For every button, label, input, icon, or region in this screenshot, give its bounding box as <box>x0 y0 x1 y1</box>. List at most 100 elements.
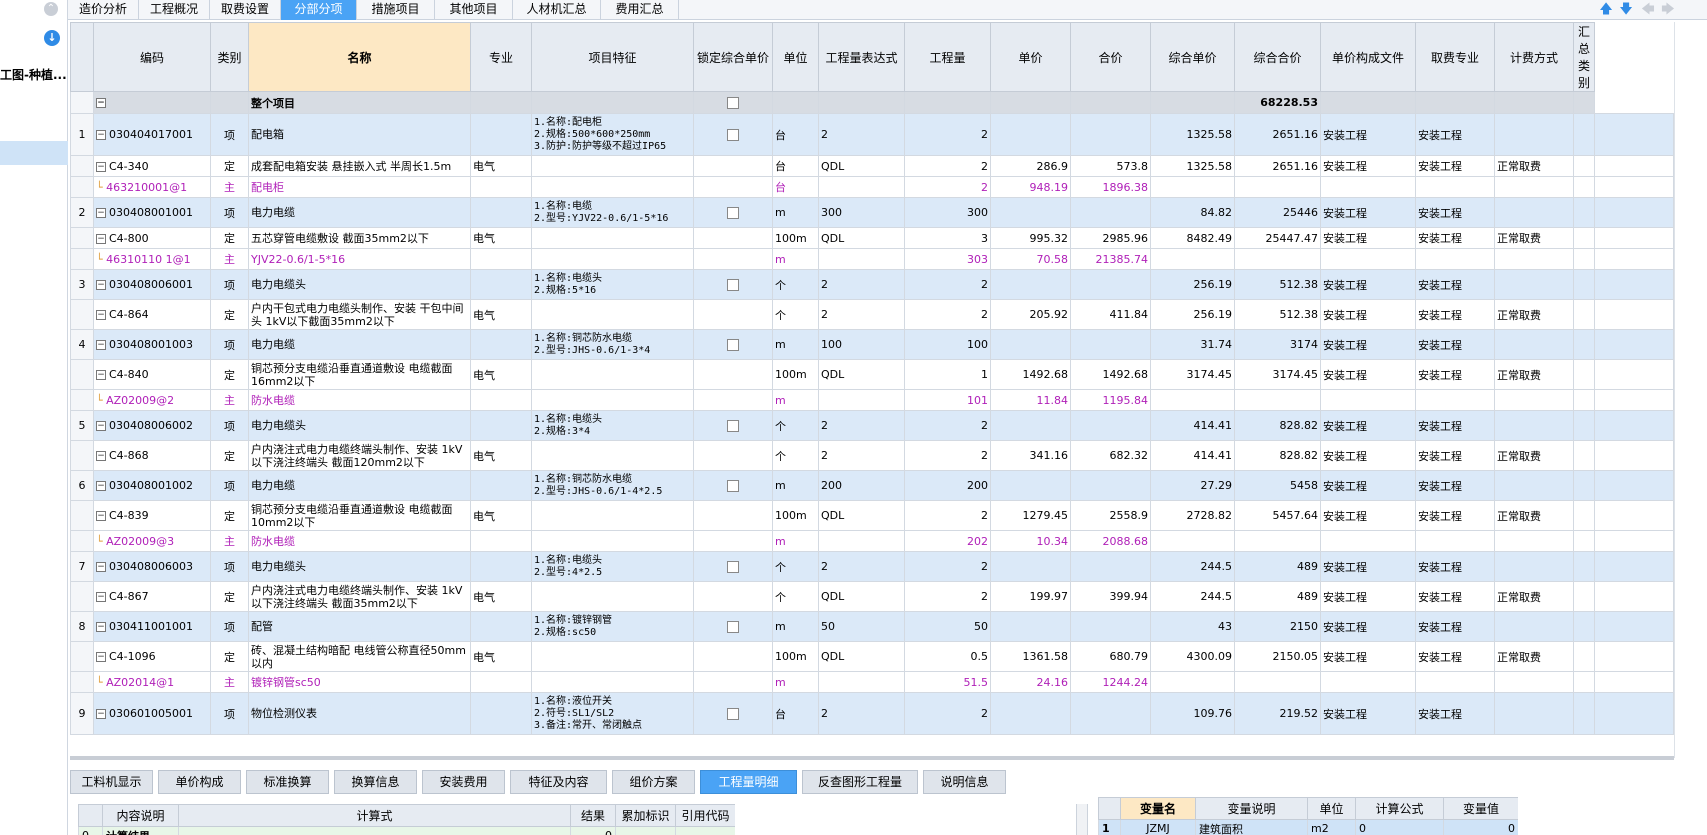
lock-price-checkbox[interactable] <box>727 207 739 219</box>
row-features[interactable]: 1.名称:配电柜 2.规格:500*600*250mm 3.防护:防护等级不超过IP… <box>531 113 694 156</box>
row-name[interactable]: 配管 <box>248 611 471 642</box>
row-name[interactable]: 电力电缆 <box>248 470 471 501</box>
bill-item-row[interactable]: 9−030601005001 项物位检测仪表 1.名称:液位开关 2.符号:SL1/S… <box>70 692 1674 735</box>
collapse-toggle-icon[interactable]: − <box>96 280 106 290</box>
collapse-toggle-icon[interactable]: − <box>96 161 106 172</box>
bill-item-row[interactable]: 6−030408001002 项电力电缆 1.名称:铜芯防水电缆 2.型号:JHS-0… <box>70 470 1674 501</box>
vertical-scrollbar[interactable] <box>1674 22 1707 758</box>
collapse-toggle-icon[interactable]: − <box>96 233 106 244</box>
row-fee-major[interactable]: 安装工程 <box>1415 611 1495 642</box>
row-name[interactable]: 电力电缆 <box>248 329 471 360</box>
row-features[interactable]: 1.名称:镀锌钢管 2.规格:sc50 <box>531 611 694 642</box>
header-price-file[interactable]: 单价构成文件 <box>1320 22 1416 92</box>
row-price-file[interactable] <box>1320 248 1416 270</box>
row-price-file[interactable] <box>1320 389 1416 411</box>
row-fee-major[interactable] <box>1415 248 1495 270</box>
tab-other-items[interactable]: 其他项目 <box>435 0 513 20</box>
btab-labor-material[interactable]: 工料机显示 <box>70 770 153 794</box>
btab-install-fee[interactable]: 安装费用 <box>422 770 505 794</box>
row-name[interactable]: 镀锌钢管sc50 <box>248 671 471 693</box>
var-header-desc[interactable]: 变量说明 <box>1195 797 1308 820</box>
row-qty-expression[interactable]: QDL <box>818 359 905 390</box>
header-fee-major[interactable]: 取费专业 <box>1415 22 1495 92</box>
row-code[interactable]: − C4-868 <box>93 440 211 471</box>
variable-row[interactable]: 1 JZMJ 建筑面积 m2 0 0 <box>1098 819 1518 835</box>
row-code[interactable]: −030411001001 <box>93 611 211 642</box>
row-name[interactable]: 砖、混凝土结构暗配 电线管公称直径50mm以内 <box>248 641 471 672</box>
collapse-toggle-icon[interactable]: − <box>96 562 106 572</box>
main-material-row[interactable]: └ AZ02014@1 主 镀锌钢管sc50 m 51.5 24.16 1244.24 <box>70 671 1674 693</box>
row-fee-method[interactable] <box>1494 176 1574 198</box>
collapse-toggle-icon[interactable]: − <box>96 340 106 350</box>
project-tree-node[interactable]: 工图-种植... <box>0 66 68 83</box>
row-qty-expression[interactable]: 50 <box>818 611 905 642</box>
header-features[interactable]: 项目特征 <box>531 22 694 92</box>
row-price-file[interactable]: 安装工程 <box>1320 581 1416 612</box>
row-code[interactable]: −030408001003 <box>93 329 211 360</box>
tab-cost-analysis[interactable]: 造价分析 <box>68 0 139 20</box>
row-qty-expression[interactable] <box>818 248 905 270</box>
row-price-file[interactable]: 安装工程 <box>1320 410 1416 441</box>
row-price-file[interactable]: 安装工程 <box>1320 692 1416 735</box>
row-features[interactable] <box>531 500 694 531</box>
row-fee-major[interactable] <box>1415 176 1495 198</box>
btab-quantity-detail[interactable]: 工程量明细 <box>700 770 797 794</box>
row-fee-method[interactable] <box>1494 389 1574 411</box>
row-name[interactable]: 配电柜 <box>248 176 471 198</box>
row-qty-expression[interactable] <box>818 671 905 693</box>
row-name[interactable]: 户内浇注式电力电缆终端头制作、安装 1kV以下浇注终端头 截面120mm2以下 <box>248 440 471 471</box>
lock-price-checkbox[interactable] <box>727 561 739 573</box>
row-fee-major[interactable]: 安装工程 <box>1415 581 1495 612</box>
row-qty-expression[interactable]: 100 <box>818 329 905 360</box>
row-features[interactable]: 1.名称:电缆 2.型号:YJV22-0.6/1-5*16 <box>531 197 694 228</box>
quota-row[interactable]: − C4-340 定 成套配电箱安装 悬挂嵌入式 半周长1.5m 电气 台 QDL 2 286.… <box>70 155 1674 177</box>
collapse-toggle-icon[interactable]: − <box>96 451 106 461</box>
move-left-icon[interactable]: 🡄 <box>1640 2 1656 18</box>
row-fee-method[interactable] <box>1494 197 1574 228</box>
row-name[interactable]: YJV22-0.6/1-5*16 <box>248 248 471 270</box>
collapse-toggle-icon[interactable]: − <box>96 481 106 491</box>
row-fee-major[interactable]: 安装工程 <box>1415 299 1495 330</box>
row-price-file[interactable]: 安装工程 <box>1320 359 1416 390</box>
row-features[interactable] <box>531 155 694 177</box>
lock-price-checkbox[interactable] <box>727 708 739 720</box>
row-price-file[interactable] <box>1320 530 1416 552</box>
row-price-file[interactable]: 安装工程 <box>1320 440 1416 471</box>
row-price-file[interactable]: 安装工程 <box>1320 299 1416 330</box>
row-code[interactable]: └ 463210001@1 <box>93 176 211 198</box>
row-qty-expression[interactable]: 2 <box>818 269 905 300</box>
detail-header-desc[interactable]: 内容说明 <box>102 804 179 827</box>
row-qty-expression[interactable]: 2 <box>818 692 905 735</box>
bill-item-row[interactable]: 7−030408006003 项电力电缆头 1.名称:电缆头 2.型号:4*2.5 个 2… <box>70 551 1674 582</box>
header-quantity[interactable]: 工程量 <box>904 22 991 92</box>
row-price-file[interactable]: 安装工程 <box>1320 227 1416 249</box>
collapse-toggle-icon[interactable]: − <box>96 511 106 521</box>
row-qty-expression[interactable] <box>818 530 905 552</box>
row-features[interactable] <box>531 671 694 693</box>
collapse-up-icon[interactable]: ⌃ <box>44 2 58 16</box>
row-qty-expression[interactable]: 2 <box>818 440 905 471</box>
row-code[interactable]: −030408006003 <box>93 551 211 582</box>
row-features[interactable] <box>531 176 694 198</box>
quota-row[interactable]: − C4-864 定 户内干包式电力电缆头制作、安装 干包中间头 1kV以下截面35m… <box>70 299 1674 330</box>
lock-price-checkbox[interactable] <box>727 480 739 492</box>
row-qty-expression[interactable]: QDL <box>818 155 905 177</box>
row-price-file[interactable]: 安装工程 <box>1320 155 1416 177</box>
lock-price-checkbox[interactable] <box>727 420 739 432</box>
row-qty-expression[interactable]: 2 <box>818 551 905 582</box>
row-fee-method[interactable]: 正常取费 <box>1494 359 1574 390</box>
tab-fee-settings[interactable]: 取费设置 <box>210 0 281 20</box>
row-fee-method[interactable]: 正常取费 <box>1494 581 1574 612</box>
row-name[interactable]: 铜芯预分支电缆沿垂直通道敷设 电缆截面16mm2以下 <box>248 359 471 390</box>
quota-row[interactable]: − C4-867 定 户内浇注式电力电缆终端头制作、安装 1kV以下浇注终端头 截面3… <box>70 581 1674 612</box>
row-name[interactable]: 成套配电箱安装 悬挂嵌入式 半周长1.5m <box>248 155 471 177</box>
row-name[interactable]: 户内干包式电力电缆头制作、安装 干包中间头 1kV以下截面35mm2以下 <box>248 299 471 330</box>
row-code[interactable]: └ AZ02009@3 <box>93 530 211 552</box>
row-fee-major[interactable]: 安装工程 <box>1415 359 1495 390</box>
row-code[interactable]: −030408001001 <box>93 197 211 228</box>
var-header-unit[interactable]: 单位 <box>1307 797 1356 820</box>
tab-labor-material-summary[interactable]: 人材机汇总 <box>513 0 601 20</box>
row-features[interactable] <box>531 440 694 471</box>
selected-tree-node[interactable] <box>0 141 68 165</box>
row-code[interactable]: −030408006002 <box>93 410 211 441</box>
